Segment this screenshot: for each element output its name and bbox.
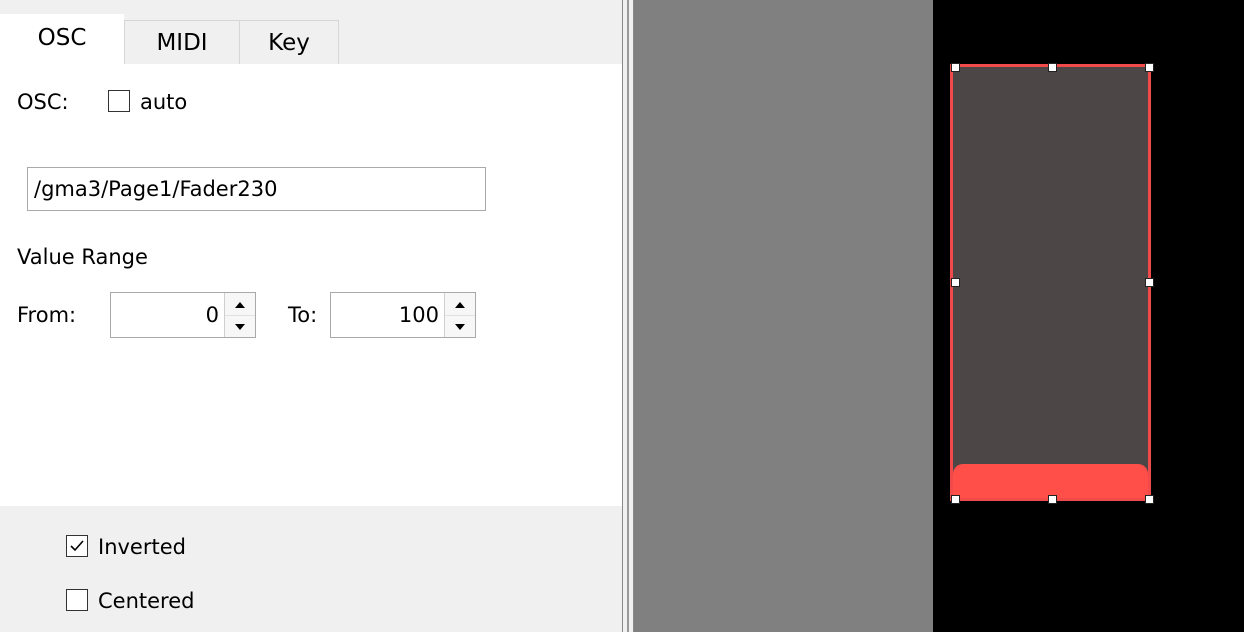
centered-checkbox[interactable]: [66, 589, 88, 611]
panel-splitter[interactable]: [622, 0, 634, 632]
auto-checkbox[interactable]: [108, 90, 130, 112]
to-value: 100: [398, 303, 439, 327]
centered-label: Centered: [98, 589, 195, 613]
tab-key[interactable]: Key: [239, 20, 339, 64]
to-spin-buttons: [444, 293, 475, 337]
resize-handle-left[interactable]: [951, 278, 960, 287]
osc-tab-content: OSC: auto /gma3/Page1/Fader230 Value Ran…: [0, 64, 622, 506]
resize-handle-right[interactable]: [1145, 278, 1154, 287]
osc-label: OSC:: [17, 90, 69, 114]
fader-level-fill: [953, 464, 1148, 498]
from-spinbox[interactable]: 0: [110, 292, 256, 338]
from-label: From:: [17, 303, 77, 327]
layout-canvas-area[interactable]: [634, 0, 933, 632]
auto-label: auto: [140, 90, 188, 114]
from-spin-buttons: [224, 293, 255, 337]
splitter-line: [627, 0, 629, 632]
tab-bar: OSC MIDI Key: [0, 0, 622, 65]
spin-up-arrow-icon[interactable]: [225, 294, 255, 315]
value-range-label: Value Range: [17, 245, 148, 269]
resize-handle-top[interactable]: [1048, 63, 1057, 72]
tab-midi[interactable]: MIDI: [124, 20, 240, 64]
resize-handle-bottom-right[interactable]: [1145, 495, 1154, 504]
resize-handle-top-left[interactable]: [951, 63, 960, 72]
spin-up-arrow-icon[interactable]: [445, 294, 475, 315]
fader-options: Inverted Centered: [0, 506, 622, 632]
osc-address-input[interactable]: /gma3/Page1/Fader230: [27, 167, 486, 211]
spin-down-arrow-icon[interactable]: [445, 315, 475, 337]
inverted-checkbox[interactable]: [66, 535, 88, 557]
spin-down-arrow-icon[interactable]: [225, 315, 255, 337]
inverted-label: Inverted: [98, 535, 186, 559]
resize-handle-bottom-left[interactable]: [951, 495, 960, 504]
resize-handle-bottom[interactable]: [1048, 495, 1057, 504]
check-icon: [70, 540, 84, 552]
resize-handle-top-right[interactable]: [1145, 63, 1154, 72]
fader-element[interactable]: [950, 64, 1151, 501]
tab-osc[interactable]: OSC: [0, 14, 124, 65]
to-spinbox[interactable]: 100: [330, 292, 476, 338]
from-value: 0: [205, 303, 219, 327]
to-label: To:: [288, 303, 318, 327]
properties-panel: OSC MIDI Key OSC: auto /gma3/Page1/Fader…: [0, 0, 622, 632]
